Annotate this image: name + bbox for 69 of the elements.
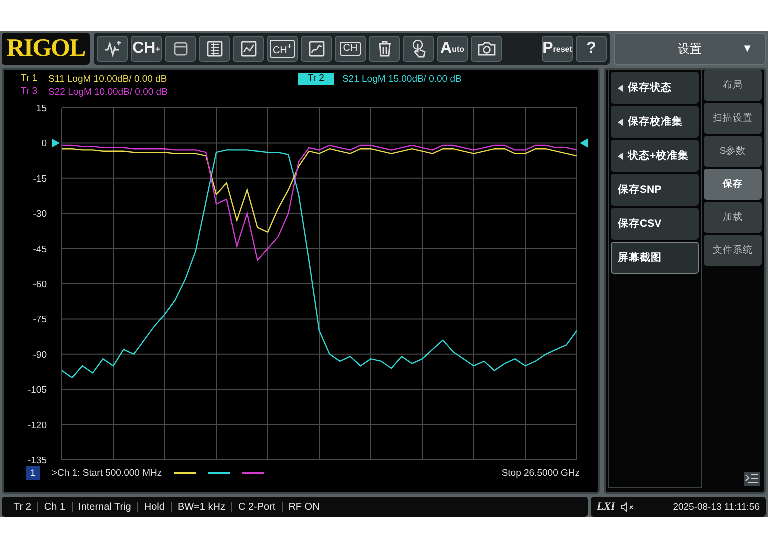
legend-line [242, 472, 264, 474]
window-icon [172, 41, 188, 57]
date-time: 2025-08-13 11:11:56 [673, 502, 760, 512]
toolbar-button[interactable] [471, 36, 502, 62]
menu-action-button[interactable]: 屏幕截图 [611, 242, 699, 274]
menu-tab[interactable]: 加载 [704, 202, 762, 233]
toolbar-button[interactable]: ? [576, 36, 607, 62]
table-icon [206, 40, 224, 58]
menu-tab[interactable]: 文件系统 [704, 235, 762, 266]
toolbar-button[interactable] [301, 36, 332, 62]
axis-tick-label: -30 [33, 209, 47, 220]
start-frequency: >Ch 1: Start 500.000 MHz [52, 468, 162, 478]
pulse-icon [104, 41, 122, 57]
axis-tick-label: 0 [42, 138, 47, 150]
axis-tick-label: -60 [33, 280, 47, 290]
camera-icon [476, 40, 496, 58]
axis-tick-label: -75 [33, 314, 47, 326]
menu-action-button[interactable]: 保存SNP [611, 174, 699, 206]
toolbar-button[interactable] [369, 36, 400, 62]
trash-icon [376, 40, 392, 58]
axis-tick-label: -135 [28, 456, 47, 464]
status-item: C 2-Port [238, 502, 276, 512]
menu-action-button[interactable]: 保存CSV [611, 208, 699, 240]
brand-logo: RIGOL [2, 33, 90, 65]
status-item: BW=1 kHz [178, 502, 226, 512]
menu-tab[interactable]: 保存 [704, 169, 762, 200]
reference-marker-icon [580, 138, 588, 148]
menu-toggle-icon[interactable] [744, 472, 760, 486]
toolbar-button[interactable] [97, 36, 128, 62]
menu-action-button[interactable]: 状态+校准集 [611, 140, 699, 172]
menu-tab[interactable]: 布局 [704, 70, 762, 101]
trace-label[interactable]: Tr 3 [18, 86, 41, 98]
axis-tick-label: -15 [33, 174, 47, 185]
menu-action-button[interactable]: 保存校准集 [611, 106, 699, 138]
trace-label[interactable]: Tr 1 [18, 73, 41, 85]
toolbar-button[interactable] [403, 36, 434, 62]
toolbar-button[interactable] [199, 36, 230, 62]
chart-icon [240, 40, 258, 58]
trace-settings: S21 LogM 15.00dB/ 0.00 dB [342, 74, 462, 84]
legend-line [174, 472, 196, 474]
trace-settings: S22 LogM 10.00dB/ 0.00 dB [48, 86, 168, 98]
axis-tick-label: -45 [33, 244, 47, 256]
toolbar-button[interactable] [165, 36, 196, 62]
menu-tab[interactable]: S参数 [704, 136, 762, 167]
stop-frequency: Stop 26.5000 GHz [502, 468, 580, 478]
axis-tick-label: -120 [28, 420, 47, 432]
lxi-logo: LXI [597, 501, 616, 513]
axis-tick-label: -105 [28, 385, 47, 396]
status-item: RF ON [288, 502, 320, 512]
status-item: Tr 2 [14, 502, 32, 512]
legend-line [208, 472, 230, 474]
menu-tab[interactable]: 扫描设置 [704, 103, 762, 134]
trace-settings: S11 LogM 10.00dB/ 0.00 dB [48, 74, 168, 84]
menu-action-button[interactable]: 保存状态 [611, 72, 699, 104]
status-item: Ch 1 [44, 502, 66, 512]
channel-badge: 1 [26, 466, 40, 480]
toolbar-button[interactable]: CH [335, 36, 366, 62]
toolbar-button[interactable]: CH$^{+}$ [267, 36, 298, 62]
trace-icon [308, 40, 326, 58]
speaker-muted-icon[interactable] [621, 502, 636, 512]
status-item: Hold [144, 502, 165, 512]
status-item: Internal Trig [78, 502, 132, 512]
axis-tick-label: 15 [36, 104, 47, 114]
toolbar-button[interactable] [233, 36, 264, 62]
trace-label[interactable]: Tr 2 [298, 73, 334, 85]
axis-tick-label: -90 [33, 350, 47, 361]
menu-dropdown[interactable]: 设置 ▼ [614, 33, 766, 65]
reference-marker-icon [52, 138, 60, 148]
touch-icon [410, 39, 426, 59]
